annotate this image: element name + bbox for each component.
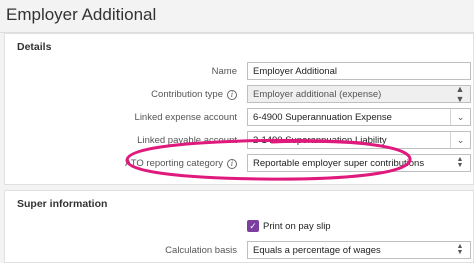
ato-category-select[interactable]: Reportable employer super contributions … bbox=[247, 154, 471, 172]
contribution-type-select: Employer additional (expense) ▲ ▼ bbox=[247, 85, 471, 103]
name-label: Name bbox=[211, 66, 237, 77]
chevron-down-icon[interactable]: ⌄ bbox=[450, 132, 470, 148]
up-down-arrows-icon: ▲ ▼ bbox=[455, 85, 465, 103]
contribution-type-label: Contribution type i bbox=[151, 89, 237, 100]
calculation-basis-select[interactable]: Equals a percentage of wages ▲ ▼ bbox=[247, 241, 471, 259]
ato-category-label: ATO reporting category i bbox=[125, 158, 237, 169]
super-information-card: Super information ✓ Print on pay slip Ca… bbox=[4, 190, 474, 263]
info-icon[interactable]: i bbox=[227, 158, 237, 169]
checkmark-icon: ✓ bbox=[249, 220, 257, 231]
calculation-basis-label: Calculation basis bbox=[165, 245, 237, 256]
up-down-arrows-icon: ▲ ▼ bbox=[456, 243, 464, 256]
linked-payable-label: Linked payable account bbox=[137, 135, 237, 146]
name-input[interactable]: Employer Additional bbox=[247, 62, 471, 80]
page-title: Employer Additional bbox=[6, 5, 157, 24]
title-bar: Employer Additional bbox=[0, 0, 474, 33]
details-card: Details Name Employer Additional Contrib… bbox=[4, 33, 474, 185]
chevron-down-icon[interactable]: ⌄ bbox=[450, 109, 470, 125]
up-down-arrows-icon: ▲ ▼ bbox=[456, 156, 464, 169]
print-on-pay-slip-label: Print on pay slip bbox=[263, 221, 331, 232]
super-information-heading: Super information bbox=[17, 198, 108, 210]
linked-expense-label: Linked expense account bbox=[134, 112, 237, 123]
linked-payable-combobox[interactable]: 2-1490 Superannuation Liability ⌄ bbox=[247, 131, 471, 149]
details-heading: Details bbox=[17, 41, 52, 53]
info-icon[interactable]: i bbox=[227, 89, 237, 100]
linked-expense-combobox[interactable]: 6-4900 Superannuation Expense ⌄ bbox=[247, 108, 471, 126]
print-on-pay-slip-checkbox[interactable]: ✓ bbox=[247, 220, 259, 232]
